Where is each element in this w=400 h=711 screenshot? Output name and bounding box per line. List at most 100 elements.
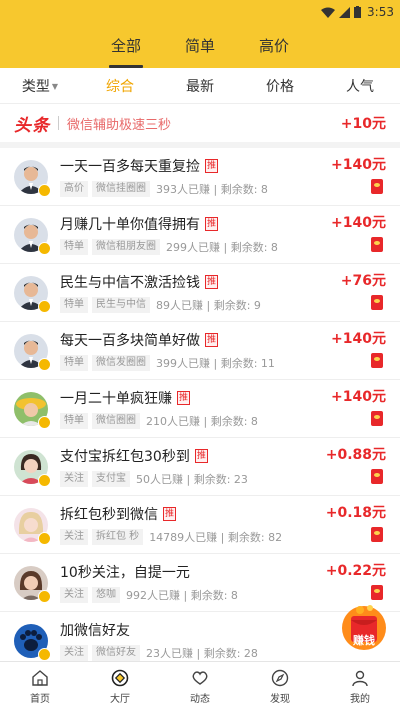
task-chip: 微信租朋友圈 bbox=[92, 239, 160, 255]
tab-me[interactable]: 我的 bbox=[320, 662, 400, 711]
task-title: 支付宝拆红包30秒到 bbox=[60, 449, 190, 465]
filter-latest[interactable]: 最新 bbox=[160, 76, 240, 96]
caret-down-icon: ▼ bbox=[51, 82, 59, 91]
top-tab-bar: 全部 简单 高价 bbox=[0, 24, 400, 68]
tab-discover-label: 发现 bbox=[270, 693, 290, 705]
verified-badge-icon bbox=[38, 241, 51, 255]
avatar bbox=[14, 159, 51, 197]
tab-simple[interactable]: 简单 bbox=[185, 35, 215, 68]
task-stats: 89人已赚 | 剩余数: 9 bbox=[156, 299, 261, 312]
task-row[interactable]: 民生与中信不激活捡钱 推 特单 民生与中信 89人已赚 | 剩余数: 9 +76元 bbox=[0, 264, 400, 322]
avatar bbox=[14, 275, 51, 313]
tab-home-label: 首页 bbox=[30, 693, 50, 705]
avatar bbox=[14, 623, 51, 661]
signal-icon bbox=[339, 6, 351, 18]
home-icon bbox=[32, 669, 48, 686]
task-reward: +140元 bbox=[331, 331, 386, 347]
task-row[interactable]: 每天一百多块简单好做 推 特单 微信发圈圈 399人已赚 | 剩余数: 11 +1… bbox=[0, 322, 400, 380]
task-chip: 关注 bbox=[60, 645, 88, 661]
bottom-tab-bar: 首页 大厅 动态 发现 我的 bbox=[0, 661, 400, 711]
avatar bbox=[14, 507, 51, 545]
filter-price[interactable]: 价格 bbox=[240, 76, 320, 96]
banner-amount: +10元 bbox=[340, 116, 386, 132]
task-row[interactable]: 拆红包秒到微信 推 关注 拆红包 秒 14789人已赚 | 剩余数: 82 +0.… bbox=[0, 496, 400, 554]
filter-bar: 类型 ▼ 综合 最新 价格 人气 bbox=[0, 68, 400, 104]
task-chip: 拆红包 秒 bbox=[92, 529, 144, 545]
verified-badge-icon bbox=[38, 473, 51, 487]
verified-badge-icon bbox=[38, 531, 51, 545]
task-stats: 50人已赚 | 剩余数: 23 bbox=[136, 473, 248, 486]
red-packet-icon bbox=[371, 237, 383, 252]
task-chip: 悠咖 bbox=[92, 587, 120, 603]
tab-discover[interactable]: 发现 bbox=[240, 662, 320, 711]
recommend-tag: 推 bbox=[205, 217, 219, 231]
tab-hall[interactable]: 大厅 bbox=[80, 662, 160, 711]
verified-badge-icon bbox=[38, 183, 51, 197]
task-title: 拆红包秒到微信 bbox=[60, 507, 158, 523]
tab-home[interactable]: 首页 bbox=[0, 662, 80, 711]
task-chip: 关注 bbox=[60, 587, 88, 603]
heart-icon bbox=[192, 670, 208, 685]
red-packet-icon bbox=[371, 527, 383, 542]
toutiao-logo: 头条 bbox=[14, 115, 50, 136]
filter-type[interactable]: 类型 ▼ bbox=[0, 76, 80, 96]
tab-high-price[interactable]: 高价 bbox=[259, 35, 289, 68]
task-chip: 关注 bbox=[60, 529, 88, 545]
task-stats: 992人已赚 | 剩余数: 8 bbox=[126, 589, 238, 602]
task-reward: +140元 bbox=[331, 215, 386, 231]
task-reward: +76元 bbox=[340, 273, 386, 289]
recommend-tag: 推 bbox=[163, 507, 177, 521]
red-packet-icon bbox=[371, 353, 383, 368]
clock: 3:53 bbox=[367, 5, 394, 19]
banner-text: 微信辅助极速三秒 bbox=[67, 117, 172, 133]
task-row[interactable]: 月赚几十单你值得拥有 推 特单 微信租朋友圈 299人已赚 | 剩余数: 8 +1… bbox=[0, 206, 400, 264]
task-reward: +0.18元 bbox=[325, 505, 386, 521]
red-packet-icon bbox=[371, 179, 383, 194]
task-chip: 支付宝 bbox=[92, 471, 130, 487]
recommend-tag: 推 bbox=[177, 391, 191, 405]
filter-popularity[interactable]: 人气 bbox=[320, 76, 400, 96]
recommend-tag: 推 bbox=[205, 333, 219, 347]
wifi-icon bbox=[321, 7, 336, 18]
task-stats: 23人已赚 | 剩余数: 28 bbox=[146, 647, 258, 660]
verified-badge-icon bbox=[38, 647, 51, 661]
tab-all[interactable]: 全部 bbox=[111, 35, 141, 68]
task-row[interactable]: 支付宝拆红包30秒到 推 关注 支付宝 50人已赚 | 剩余数: 23 +0.88… bbox=[0, 438, 400, 496]
earn-money-float-button[interactable]: 赚钱 bbox=[338, 602, 390, 654]
toutiao-banner[interactable]: 头条 微信辅助极速三秒 +10元 bbox=[0, 104, 400, 148]
verified-badge-icon bbox=[38, 415, 51, 429]
recommend-tag: 推 bbox=[194, 449, 208, 463]
task-title: 10秒关注，自提一元 bbox=[60, 565, 190, 581]
avatar bbox=[14, 217, 51, 255]
verified-badge-icon bbox=[38, 299, 51, 313]
avatar bbox=[14, 391, 51, 429]
task-stats: 14789人已赚 | 剩余数: 82 bbox=[149, 531, 283, 544]
task-row[interactable]: 一月二十单疯狂赚 推 特单 微信圈圈 210人已赚 | 剩余数: 8 +140元 bbox=[0, 380, 400, 438]
compass-icon bbox=[271, 669, 289, 686]
earn-money-label: 赚钱 bbox=[353, 634, 375, 647]
task-stats: 299人已赚 | 剩余数: 8 bbox=[166, 241, 278, 254]
task-title: 月赚几十单你值得拥有 bbox=[60, 217, 200, 233]
red-packet-icon bbox=[371, 469, 383, 484]
task-stats: 393人已赚 | 剩余数: 8 bbox=[156, 183, 268, 196]
filter-composite[interactable]: 综合 bbox=[80, 76, 160, 96]
tab-hall-label: 大厅 bbox=[110, 693, 130, 705]
task-stats: 399人已赚 | 剩余数: 11 bbox=[156, 357, 275, 370]
task-reward: +0.22元 bbox=[325, 563, 386, 579]
task-reward: +0.88元 bbox=[325, 447, 386, 463]
task-title: 加微信好友 bbox=[60, 623, 130, 639]
tab-activity-label: 动态 bbox=[190, 693, 210, 705]
task-stats: 210人已赚 | 剩余数: 8 bbox=[146, 415, 258, 428]
task-chip: 特单 bbox=[60, 297, 88, 313]
red-packet-icon bbox=[371, 411, 383, 426]
task-title: 一天一百多每天重复捡 bbox=[60, 159, 200, 175]
status-icons bbox=[321, 6, 362, 18]
task-reward: +140元 bbox=[331, 389, 386, 405]
task-chip: 特单 bbox=[60, 355, 88, 371]
task-chip: 高价 bbox=[60, 181, 88, 197]
task-title: 一月二十单疯狂赚 bbox=[60, 391, 172, 407]
tab-activity[interactable]: 动态 bbox=[160, 662, 240, 711]
task-row[interactable]: 一天一百多每天重复捡 推 高价 微信挂圈圈 393人已赚 | 剩余数: 8 +14… bbox=[0, 148, 400, 206]
tab-me-label: 我的 bbox=[350, 693, 370, 705]
task-chip: 微信挂圈圈 bbox=[92, 181, 150, 197]
